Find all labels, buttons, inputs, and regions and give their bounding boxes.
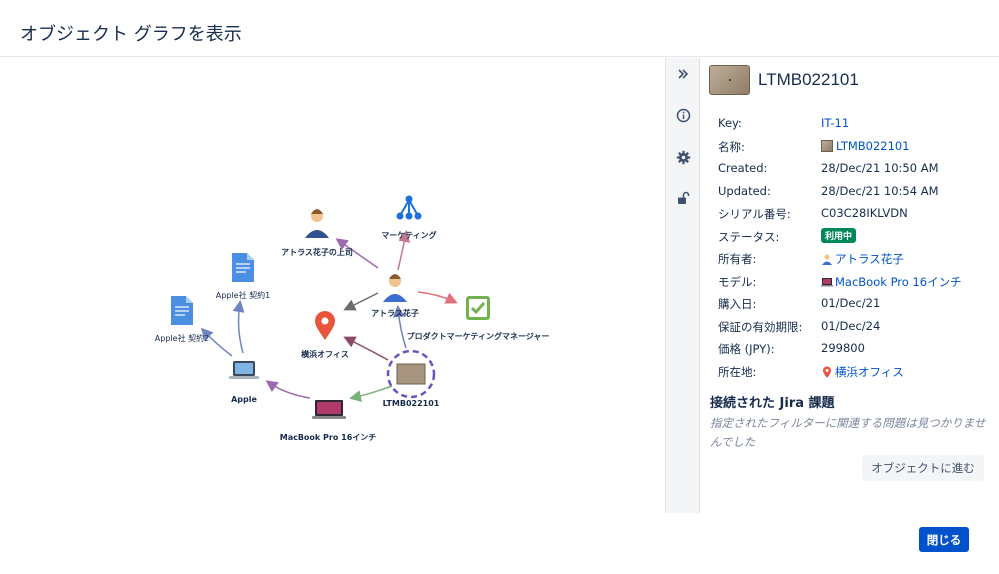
attribute-value-text: アトラス花子	[835, 252, 904, 266]
attribute-value-status: 利用中	[821, 227, 857, 244]
laptop-photo-icon	[821, 277, 833, 286]
jira-empty-message: 指定されたフィルターに関連する問題は見つかりませんでした	[710, 416, 986, 449]
attribute-value-text: MacBook Pro 16インチ	[835, 274, 962, 289]
attribute-key: 名称:	[718, 139, 745, 154]
node-pm[interactable]: プロダクトマーケティングマネージャー	[407, 296, 550, 341]
edge-macbook-to-apple	[265, 380, 311, 399]
node-macbook[interactable]: MacBook Pro 16インチ	[280, 400, 377, 442]
jira-issues-heading: 接続された Jira 課題	[710, 396, 835, 411]
attribute-key: 保証の有効期限:	[718, 319, 803, 334]
object-details-panel: LTMB022101 Key: IT-11 名称: LTMB022101 Cre…	[701, 58, 999, 513]
node-person-main[interactable]: アトラス花子	[371, 274, 419, 318]
node-contract1[interactable]: Apple社 契約1	[216, 253, 270, 300]
attribute-value: 299800	[821, 341, 865, 355]
attribute-row: Created: 28/Dec/21 10:50 AM	[718, 161, 993, 184]
gear-icon[interactable]	[673, 147, 693, 167]
attribute-row: ステータス: 利用中	[718, 227, 993, 252]
attribute-key: モデル:	[718, 274, 757, 289]
node-label-boss: アトラス花子の上司	[281, 247, 353, 257]
side-rail	[665, 58, 700, 513]
attribute-row: 購入日: 01/Dec/21	[718, 296, 993, 319]
close-button[interactable]: 閉じる	[919, 527, 969, 552]
unlock-icon[interactable]	[673, 188, 693, 208]
attribute-key: 所有者:	[718, 252, 757, 266]
object-title: LTMB022101	[758, 70, 859, 89]
attribute-value-name[interactable]: LTMB022101	[821, 139, 910, 153]
location-pin-icon	[315, 311, 335, 340]
attribute-value-text: LTMB022101	[836, 138, 910, 153]
dialog-title: オブジェクト グラフを表示	[20, 24, 242, 45]
attribute-value: 28/Dec/21 10:50 AM	[821, 161, 939, 175]
attribute-list: Key: IT-11 名称: LTMB022101 Created: 28/De…	[718, 116, 993, 386]
person-icon	[822, 254, 832, 265]
node-label-office: 横浜オフィス	[301, 349, 349, 359]
attribute-value: 01/Dec/21	[821, 296, 881, 310]
attribute-row: モデル: MacBook Pro 16インチ	[718, 274, 993, 297]
attribute-value-location[interactable]: 横浜オフィス	[821, 364, 904, 380]
object-graph-canvas[interactable]: アトラス花子の上司 マーケティング アトラス花子 プロダクトマーケティングマネー…	[0, 58, 665, 513]
attribute-row: シリアル番号: C03C28IKLVDN	[718, 206, 993, 229]
edge-person-to-pm	[417, 291, 458, 304]
attribute-value: 28/Dec/21 10:54 AM	[821, 183, 939, 198]
attribute-value-model[interactable]: MacBook Pro 16インチ	[821, 274, 962, 290]
attribute-value: 01/Dec/24	[821, 318, 881, 333]
node-label-asset: LTMB022101	[383, 399, 440, 408]
node-label-pm: プロダクトマーケティングマネージャー	[407, 331, 550, 341]
attribute-key: ステータス:	[718, 229, 780, 244]
node-office[interactable]: 横浜オフィス	[301, 311, 349, 359]
attribute-key: 価格 (JPY):	[718, 342, 775, 356]
attribute-key: Updated:	[718, 183, 771, 198]
node-label-apple: Apple	[231, 395, 257, 404]
attribute-row: Updated: 28/Dec/21 10:54 AM	[718, 184, 993, 207]
attribute-row: 価格 (JPY): 299800	[718, 341, 993, 364]
double-chevron-right-icon[interactable]	[673, 64, 693, 84]
attribute-value: C03C28IKLVDN	[821, 206, 908, 220]
attribute-value-text: 横浜オフィス	[835, 364, 904, 379]
edge-asset-to-office	[343, 336, 389, 361]
attribute-key: シリアル番号:	[718, 207, 791, 221]
asset-thumbnail	[396, 363, 426, 385]
node-label-person-main: アトラス花子	[371, 308, 419, 318]
edge-apple-to-contract1	[232, 300, 245, 354]
attribute-row: Key: IT-11	[718, 116, 993, 139]
attribute-key: Created:	[718, 161, 768, 175]
attribute-key: Key:	[718, 116, 742, 130]
node-asset[interactable]: LTMB022101	[383, 349, 440, 408]
attribute-value-owner[interactable]: アトラス花子	[821, 251, 904, 267]
attribute-value-key-link[interactable]: IT-11	[821, 116, 849, 130]
node-boss[interactable]: アトラス花子の上司	[281, 209, 353, 257]
node-label-contract2: Apple社 契約2	[155, 333, 209, 343]
attribute-key: 所在地:	[718, 364, 757, 379]
edge-asset-to-macbook	[349, 385, 393, 402]
attribute-row: 名称: LTMB022101	[718, 139, 993, 162]
attribute-row: 所在地: 横浜オフィス	[718, 364, 993, 387]
node-label-contract1: Apple社 契約1	[216, 290, 270, 300]
attribute-key: 購入日:	[718, 297, 757, 311]
attribute-row: 保証の有効期限: 01/Dec/24	[718, 319, 993, 342]
graph-svg[interactable]: アトラス花子の上司 マーケティング アトラス花子 プロダクトマーケティングマネー…	[0, 58, 665, 513]
node-marketing[interactable]: マーケティング	[381, 195, 437, 241]
go-to-object-button[interactable]: オブジェクトに進む	[862, 455, 984, 481]
node-apple[interactable]: Apple	[229, 361, 259, 404]
object-thumbnail-icon	[821, 139, 833, 152]
node-label-macbook: MacBook Pro 16インチ	[280, 433, 377, 442]
node-contract2[interactable]: Apple社 契約2	[155, 296, 209, 343]
location-pin-icon	[823, 366, 831, 378]
edge-person-to-office	[343, 292, 379, 311]
status-badge: 利用中	[821, 227, 857, 243]
object-thumbnail	[709, 65, 750, 95]
info-icon[interactable]	[673, 105, 693, 125]
dialog-header: オブジェクト グラフを表示	[0, 0, 999, 57]
node-label-marketing: マーケティング	[381, 230, 436, 240]
attribute-row: 所有者: アトラス花子	[718, 251, 993, 274]
